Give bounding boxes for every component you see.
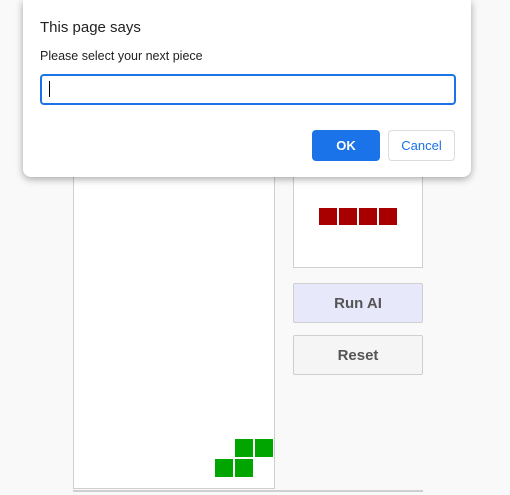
tetris-page: Run AI Reset This page says Please selec… [0,0,510,495]
board-bottom-border [73,490,423,492]
cancel-button[interactable]: Cancel [388,130,455,161]
text-caret [49,81,50,97]
board-block [214,458,234,478]
dialog-message: Please select your next piece [40,49,203,63]
game-board [73,160,275,489]
board-block [234,438,254,458]
dialog-title: This page says [40,19,141,36]
ok-button[interactable]: OK [312,130,380,161]
next-piece-cell [358,207,378,226]
next-piece-cell [338,207,358,226]
prompt-dialog: This page says Please select your next p… [23,0,471,177]
board-block [254,438,274,458]
run-ai-button[interactable]: Run AI [293,283,423,323]
next-piece-cell [378,207,398,226]
next-piece-cell [318,207,338,226]
piece-input[interactable] [40,74,456,105]
board-block [234,458,254,478]
reset-button[interactable]: Reset [293,335,423,375]
